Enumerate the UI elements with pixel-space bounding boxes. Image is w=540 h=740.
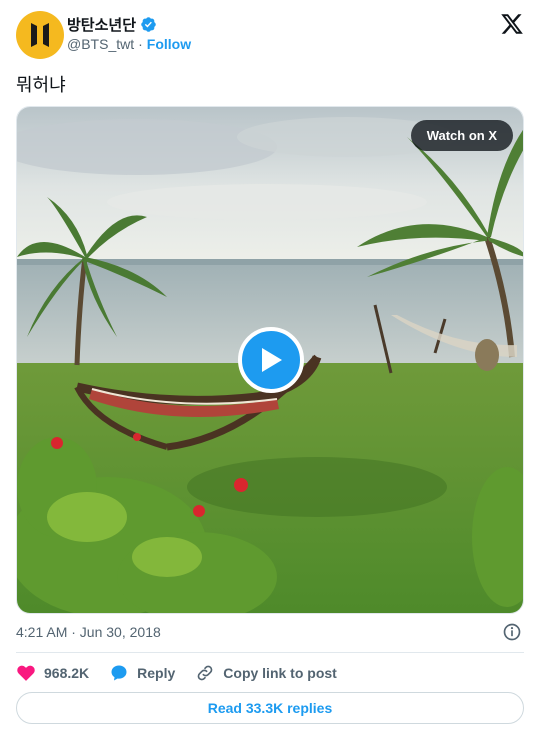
author-handle[interactable]: @BTS_twt bbox=[67, 36, 134, 52]
like-button[interactable]: 968.2K bbox=[16, 663, 89, 683]
divider bbox=[16, 652, 524, 653]
author-display-name[interactable]: 방탄소년단 bbox=[67, 14, 136, 35]
reply-label: Reply bbox=[137, 665, 176, 681]
tweet-embed-card: 방탄소년단 @BTS_twt · Follow 뭐허냐 Watch on X 4… bbox=[0, 0, 540, 740]
x-logo-icon[interactable] bbox=[500, 12, 524, 36]
video-media[interactable]: Watch on X bbox=[16, 106, 524, 614]
heart-icon bbox=[17, 665, 35, 681]
separator-dot: · bbox=[138, 36, 143, 52]
bts-logo-icon bbox=[31, 23, 49, 47]
tweet-text: 뭐허냐 bbox=[16, 75, 66, 95]
reply-button[interactable]: Reply bbox=[109, 663, 175, 683]
verified-badge-icon bbox=[141, 17, 156, 32]
copy-link-button[interactable]: Copy link to post bbox=[195, 663, 337, 683]
author-name-row: 방탄소년단 bbox=[67, 14, 157, 35]
copy-link-label: Copy link to post bbox=[223, 665, 337, 681]
like-count: 968.2K bbox=[44, 665, 90, 681]
watch-on-x-button[interactable]: Watch on X bbox=[410, 120, 513, 151]
reply-bubble-icon bbox=[111, 665, 127, 681]
author-handle-row: @BTS_twt · Follow bbox=[67, 36, 191, 52]
action-bar: 968.2K Reply Copy link to post bbox=[16, 662, 357, 684]
read-replies-button[interactable]: Read 33.3K replies bbox=[16, 692, 524, 724]
play-button[interactable] bbox=[238, 327, 304, 393]
play-icon bbox=[262, 348, 282, 372]
avatar[interactable] bbox=[16, 11, 64, 59]
link-icon bbox=[197, 665, 213, 681]
tweet-timestamp[interactable]: 4:21 AM · Jun 30, 2018 bbox=[16, 624, 161, 640]
follow-button[interactable]: Follow bbox=[147, 36, 191, 52]
info-icon[interactable] bbox=[502, 622, 522, 642]
